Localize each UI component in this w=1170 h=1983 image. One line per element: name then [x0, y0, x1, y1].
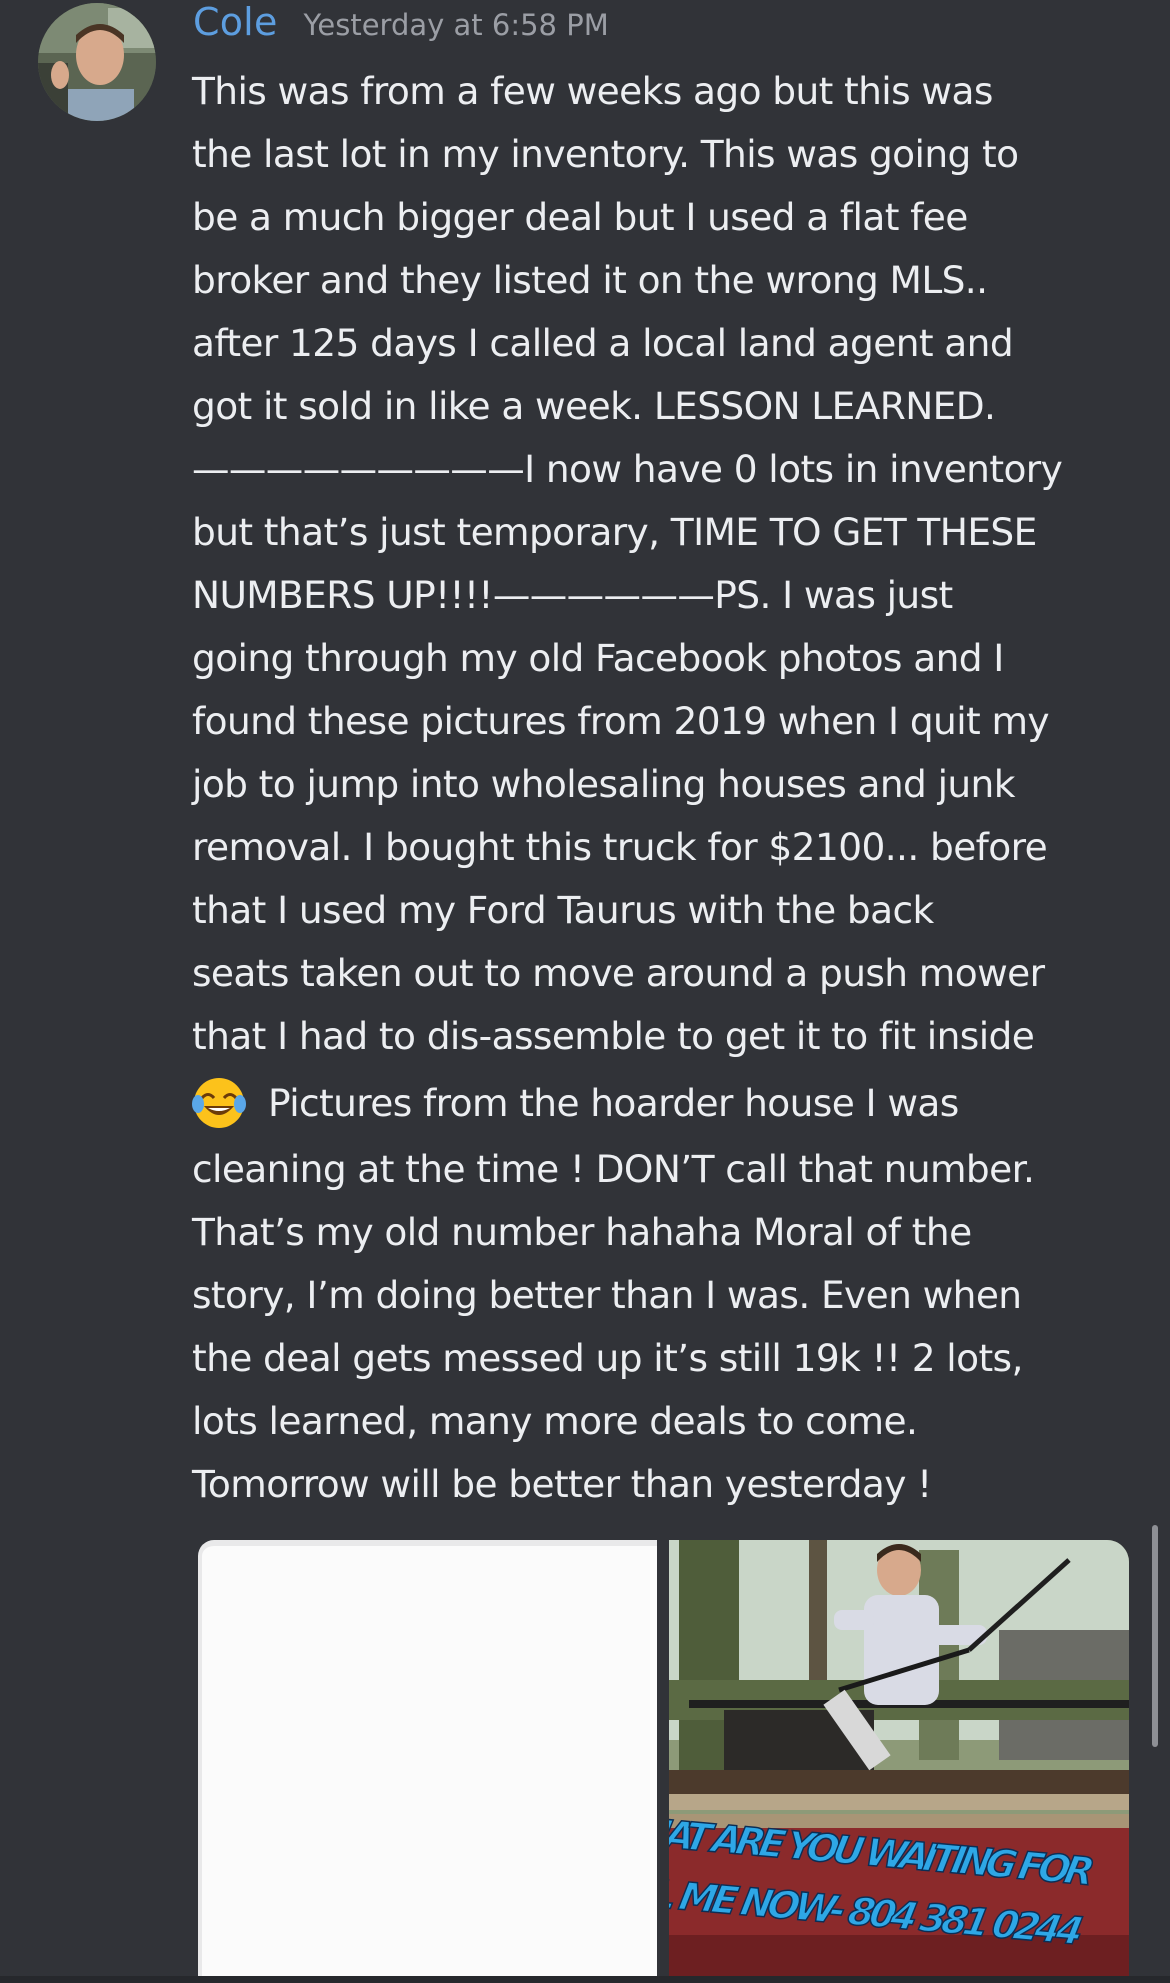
- image-attachments: HAT ARE YOU WAITING FOR LL ME NOW- 804 3…: [196, 1540, 1130, 1983]
- image-attachment-truck-photo[interactable]: HAT ARE YOU WAITING FOR LL ME NOW- 804 3…: [669, 1540, 1129, 1983]
- avatar[interactable]: [38, 3, 156, 121]
- message-line: removal. I bought this truck for $2100..…: [192, 825, 1048, 869]
- message-line: NUMBERS UP!!!!——————PS. I was just: [192, 573, 953, 617]
- message-line: found these pictures from 2019 when I qu…: [192, 699, 1050, 743]
- avatar-photo: [38, 3, 156, 121]
- message-line: that I used my Ford Taurus with the back: [192, 888, 934, 932]
- message-content: This was from a few weeks ago but this w…: [192, 60, 1140, 1516]
- message-line: story, I’m doing better than I was. Even…: [192, 1273, 1022, 1317]
- message-line: broker and they listed it on the wrong M…: [192, 258, 988, 302]
- message-line: the deal gets messed up it’s still 19k !…: [192, 1336, 1023, 1380]
- image-attachment-blank[interactable]: [198, 1540, 657, 1983]
- message-line: Pictures from the hoarder house I was: [268, 1080, 959, 1125]
- message-line: That’s my old number hahaha Moral of the: [192, 1210, 972, 1254]
- message-line: that I had to dis-assemble to get it to …: [192, 1014, 1035, 1058]
- message-line: Tomorrow will be better than yesterday !: [192, 1462, 932, 1506]
- message-line: cleaning at the time ! DON’T call that n…: [192, 1147, 1035, 1191]
- truck-photo: HAT ARE YOU WAITING FOR LL ME NOW- 804 3…: [669, 1540, 1129, 1983]
- message-header: Cole Yesterday at 6:58 PM: [193, 0, 609, 52]
- timestamp: Yesterday at 6:58 PM: [303, 8, 609, 42]
- joy-emoji-icon: [192, 1078, 246, 1128]
- message-line: job to jump into wholesaling houses and …: [192, 762, 1015, 806]
- message-line: lots learned, many more deals to come.: [192, 1399, 918, 1443]
- message-line: This was from a few weeks ago but this w…: [192, 69, 993, 113]
- username[interactable]: Cole: [193, 0, 278, 44]
- message-line: got it sold in like a week. LESSON LEARN…: [192, 384, 996, 428]
- message-line: be a much bigger deal but I used a flat …: [192, 195, 968, 239]
- chat-message: Cole Yesterday at 6:58 PM This was from …: [0, 0, 1170, 1983]
- message-line: the last lot in my inventory. This was g…: [192, 132, 1019, 176]
- message-line: —————————I now have 0 lots in inventory: [192, 447, 1063, 491]
- message-line-with-emoji: Pictures from the hoarder house I was: [192, 1068, 1140, 1138]
- divider: [0, 1976, 1170, 1983]
- message-line: after 125 days I called a local land age…: [192, 321, 1014, 365]
- message-line: going through my old Facebook photos and…: [192, 636, 1004, 680]
- message-line: but that’s just temporary, TIME TO GET T…: [192, 510, 1037, 554]
- scrollbar[interactable]: [1152, 1525, 1158, 1747]
- message-line: seats taken out to move around a push mo…: [192, 951, 1045, 995]
